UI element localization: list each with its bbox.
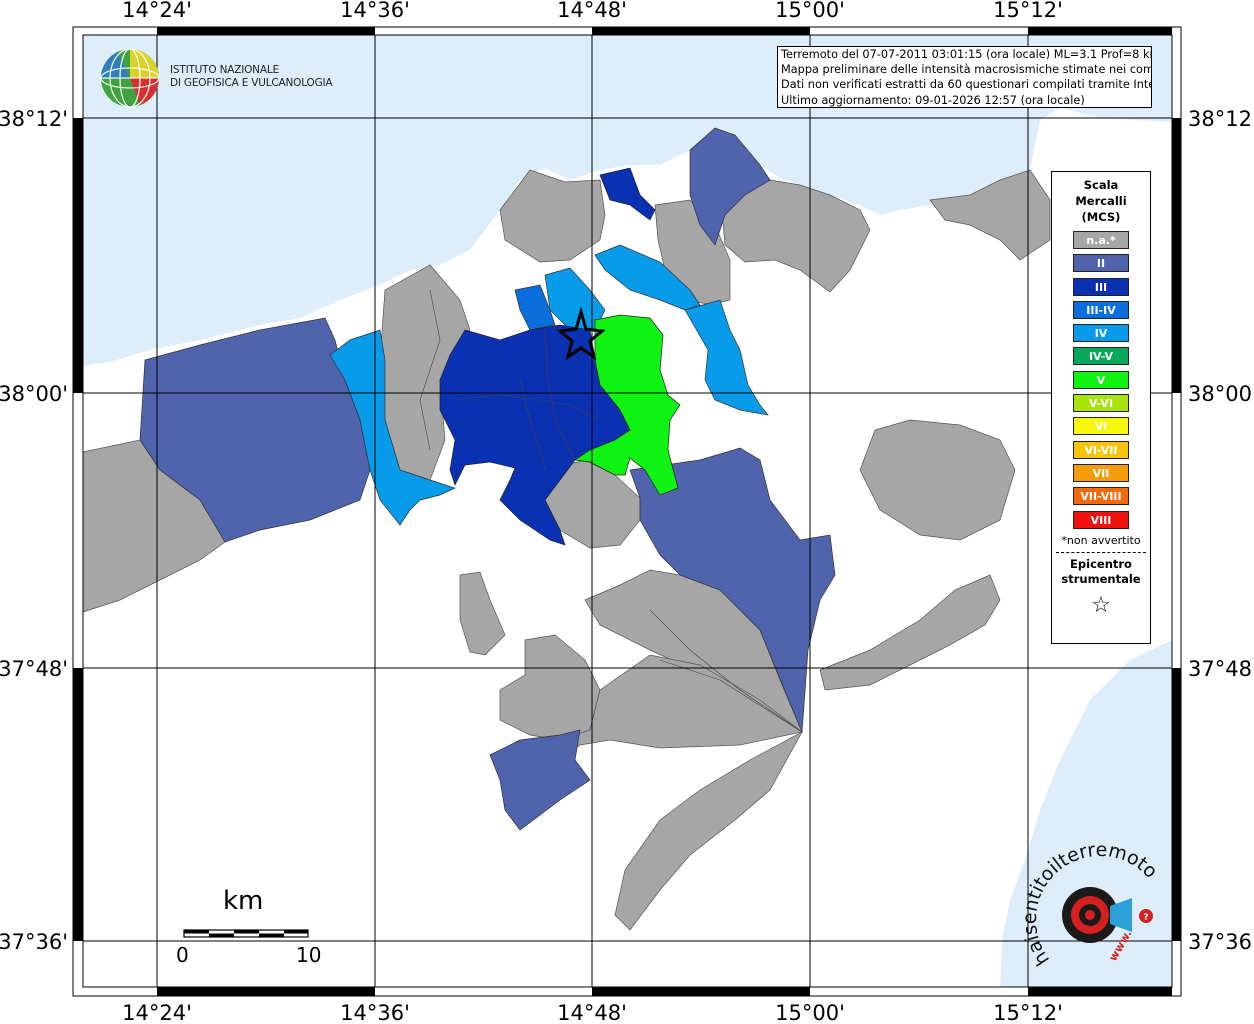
legend-item: VIII	[1073, 510, 1129, 529]
legend-item: VI	[1073, 417, 1129, 436]
legend-item: IV-V	[1073, 347, 1129, 366]
legend-star-icon: ☆	[1091, 592, 1111, 618]
lon-label: 15°00'	[775, 0, 845, 22]
lat-label: 38°12'	[0, 107, 68, 131]
info-line: Ultimo aggiornamento: 09-01-2026 12:57 (…	[781, 93, 1085, 107]
legend-item: n.a.*	[1073, 231, 1129, 249]
ingv-logo-text: ISTITUTO NAZIONALE DI GEOFISICA E VULCAN…	[170, 64, 333, 90]
legend-epicenter-label: Epicentro strumentale	[1061, 556, 1141, 586]
legend-item: II	[1073, 254, 1129, 273]
legend-item: VII	[1073, 463, 1129, 482]
scale-start: 0	[176, 943, 189, 967]
legend-items: n.a.* II III III-IV IV IV-V V V-VI VI VI-VII VII VI…	[1052, 231, 1150, 529]
legend-note: *non avvertito	[1061, 533, 1141, 547]
lon-label: 14°24'	[122, 0, 192, 22]
mcs-legend: Scala Mercalli (MCS) n.a.* II III III-IV IV I…	[1051, 171, 1151, 644]
logo-line: ISTITUTO NAZIONALE	[170, 64, 279, 76]
lon-labels-bottom: 14°24' 14°36' 14°48' 15°00' 15°12'	[122, 1001, 1063, 1024]
logo-line: DI GEOFISICA E VULCANOLOGIA	[170, 77, 333, 89]
lat-label: 38°00'	[0, 382, 68, 406]
legend-item: III-IV	[1073, 300, 1129, 319]
lat-label: 38°00'	[1188, 382, 1254, 406]
lat-label: 38°12'	[1188, 107, 1254, 131]
legend-item: V	[1073, 370, 1129, 389]
info-line: Terremoto del 07-07-2011 03:01:15 (ora l…	[781, 48, 1152, 61]
svg-text:?: ?	[1143, 913, 1148, 923]
lon-label: 14°36'	[340, 0, 410, 22]
scale-bar	[183, 929, 309, 938]
lat-labels-left: 38°12' 38°00' 37°48' 37°36'	[0, 107, 68, 954]
lon-label: 14°24'	[122, 1001, 192, 1024]
legend-item: V-VI	[1073, 394, 1129, 413]
lon-label: 15°12'	[993, 1001, 1063, 1024]
lon-label: 15°00'	[775, 1001, 845, 1024]
lon-label: 15°12'	[993, 0, 1063, 22]
event-info-box: Terremoto del 07-07-2011 03:01:15 (ora l…	[777, 46, 1152, 108]
legend-title: Scala Mercalli (MCS)	[1075, 178, 1127, 224]
ingv-logo-icon	[100, 48, 160, 108]
lon-labels-top: 14°24' 14°36' 14°48' 15°00' 15°12'	[122, 0, 1063, 22]
lat-label: 37°48'	[0, 657, 68, 681]
lon-label: 14°36'	[340, 1001, 410, 1024]
scale-unit: km	[223, 886, 264, 916]
lat-label: 37°36'	[0, 930, 68, 954]
legend-item: VII-VIII	[1073, 487, 1129, 506]
lat-label: 37°48'	[1188, 657, 1254, 681]
legend-item: IV	[1073, 324, 1129, 343]
lat-label: 37°36'	[1188, 930, 1254, 954]
legend-item: VI-VII	[1073, 440, 1129, 459]
info-line: Mappa preliminare delle intensità macros…	[781, 63, 1152, 77]
legend-divider	[1056, 551, 1146, 553]
lat-labels-right: 38°12' 38°00' 37°48' 37°36'	[1188, 107, 1254, 954]
lon-label: 14°48'	[557, 0, 627, 22]
info-line: Dati non verificati estratti da 60 quest…	[781, 78, 1152, 92]
lon-label: 14°48'	[557, 1001, 627, 1024]
scale-end: 10	[296, 943, 322, 967]
legend-item: III	[1073, 277, 1129, 296]
